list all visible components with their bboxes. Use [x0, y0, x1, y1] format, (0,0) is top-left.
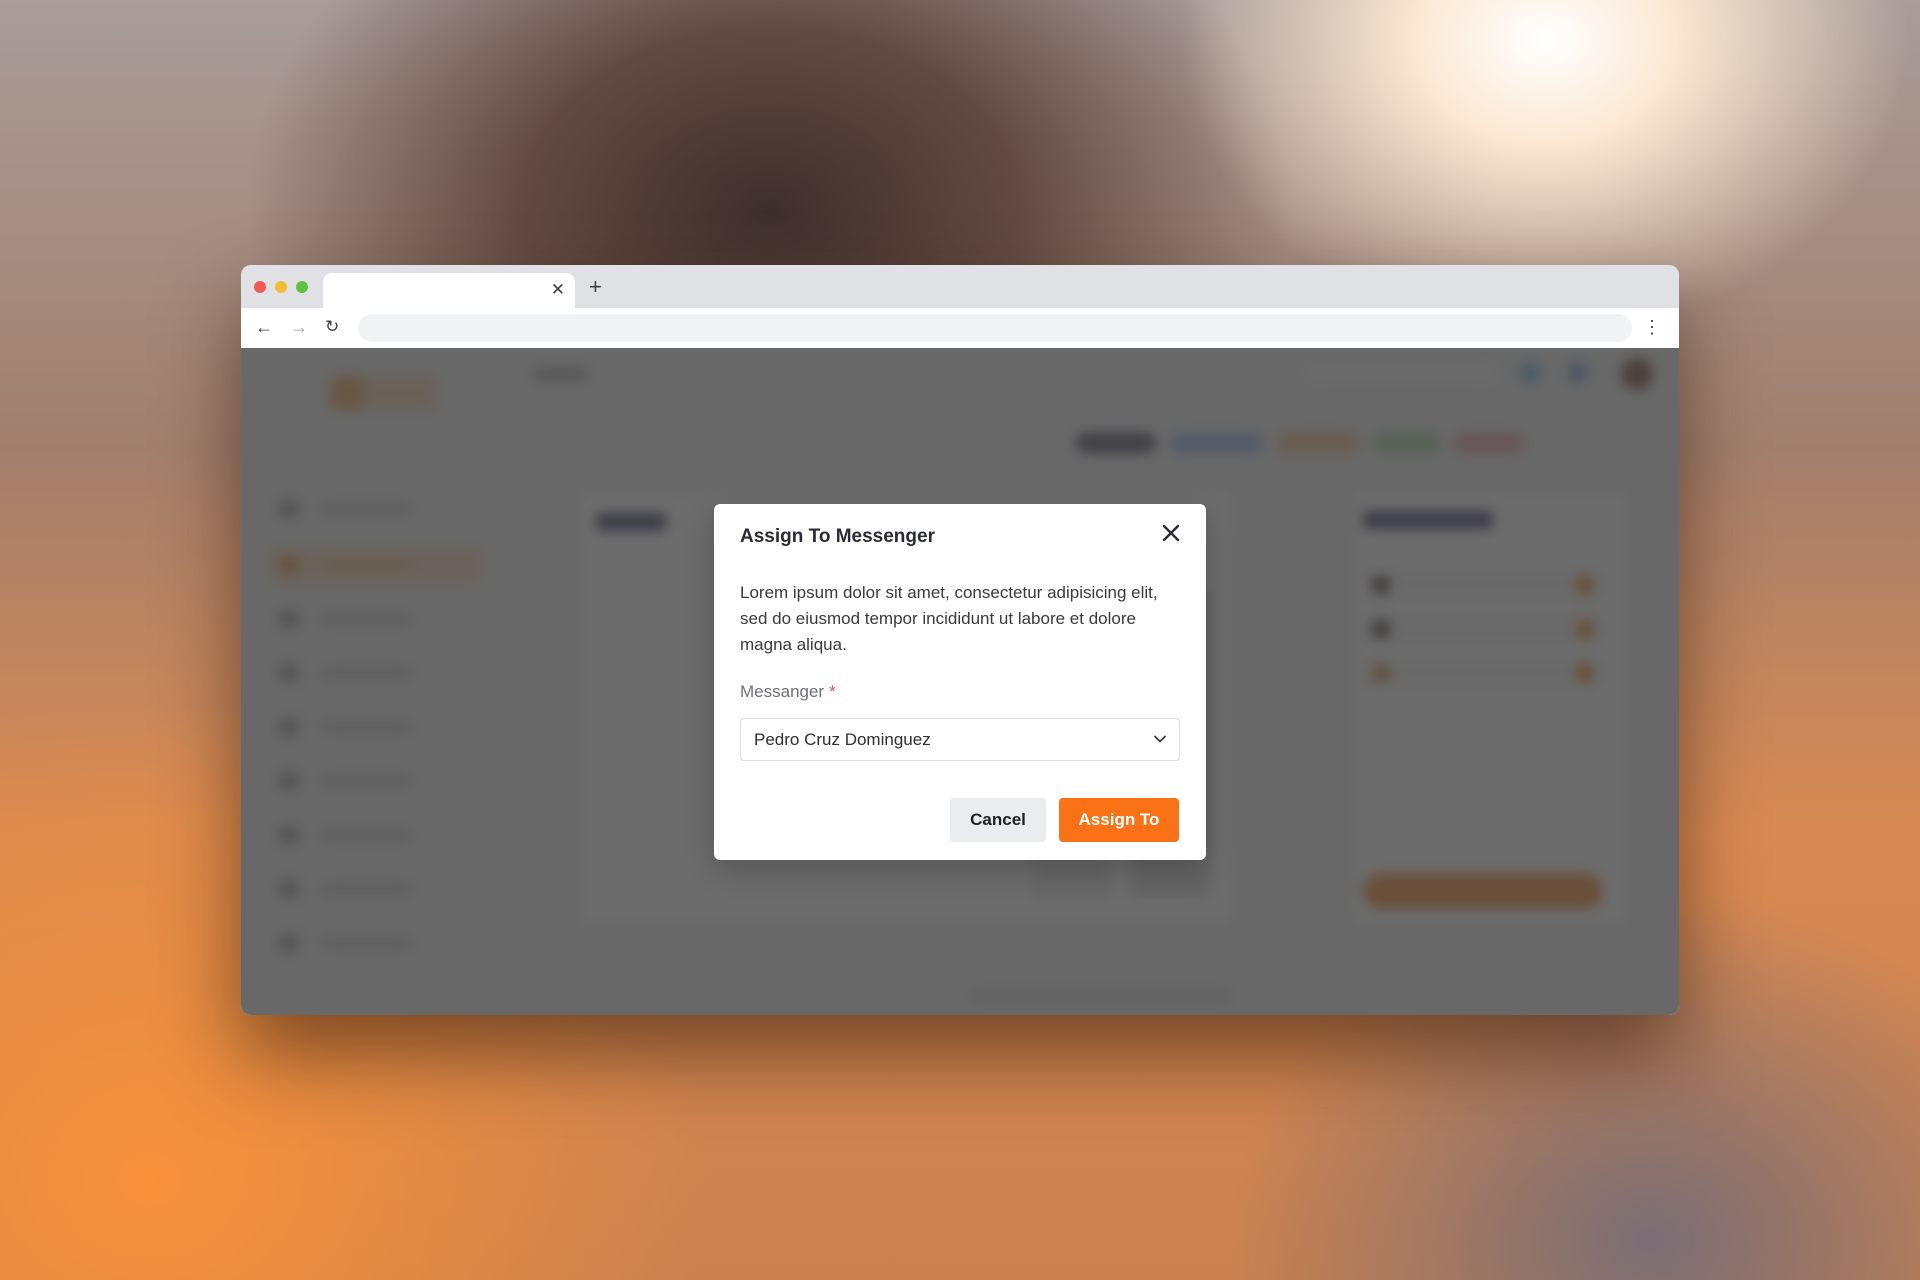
- close-icon[interactable]: ✕: [551, 280, 565, 300]
- address-bar[interactable]: [358, 314, 1632, 342]
- window-maximize-dot[interactable]: [296, 281, 308, 293]
- page-viewport: Assign To Messenger Lorem ipsum dolor si…: [241, 348, 1679, 1015]
- dialog-title: Assign To Messenger: [740, 526, 935, 547]
- messenger-field-label: Messanger *: [740, 682, 836, 702]
- messenger-select[interactable]: Pedro Cruz Dominguez: [740, 718, 1180, 761]
- arrow-left-icon[interactable]: ←: [255, 317, 273, 337]
- required-marker: *: [829, 682, 836, 701]
- tab-strip: ✕ +: [241, 265, 1679, 308]
- messenger-selected-value: Pedro Cruz Dominguez: [754, 730, 931, 749]
- browser-window: ✕ + ← → ↻ ⋮ Assign To Messenger Lorem ip…: [241, 265, 1679, 1015]
- kebab-menu-icon[interactable]: ⋮: [1643, 316, 1661, 338]
- window-close-dot[interactable]: [254, 281, 266, 293]
- arrow-right-icon[interactable]: →: [290, 317, 308, 337]
- assign-to-button[interactable]: Assign To: [1059, 798, 1179, 842]
- browser-toolbar: ← → ↻ ⋮: [241, 308, 1679, 348]
- close-icon[interactable]: [1158, 520, 1184, 546]
- window-minimize-dot[interactable]: [275, 281, 287, 293]
- plus-icon[interactable]: +: [589, 275, 602, 299]
- chevron-down-icon: [1153, 732, 1167, 751]
- assign-messenger-dialog: Assign To Messenger Lorem ipsum dolor si…: [714, 504, 1206, 860]
- dialog-description: Lorem ipsum dolor sit amet, consectetur …: [740, 583, 1158, 654]
- reload-icon[interactable]: ↻: [325, 317, 339, 337]
- field-label-text: Messanger: [740, 682, 825, 701]
- cancel-button[interactable]: Cancel: [950, 798, 1046, 842]
- browser-tab[interactable]: ✕: [323, 273, 575, 308]
